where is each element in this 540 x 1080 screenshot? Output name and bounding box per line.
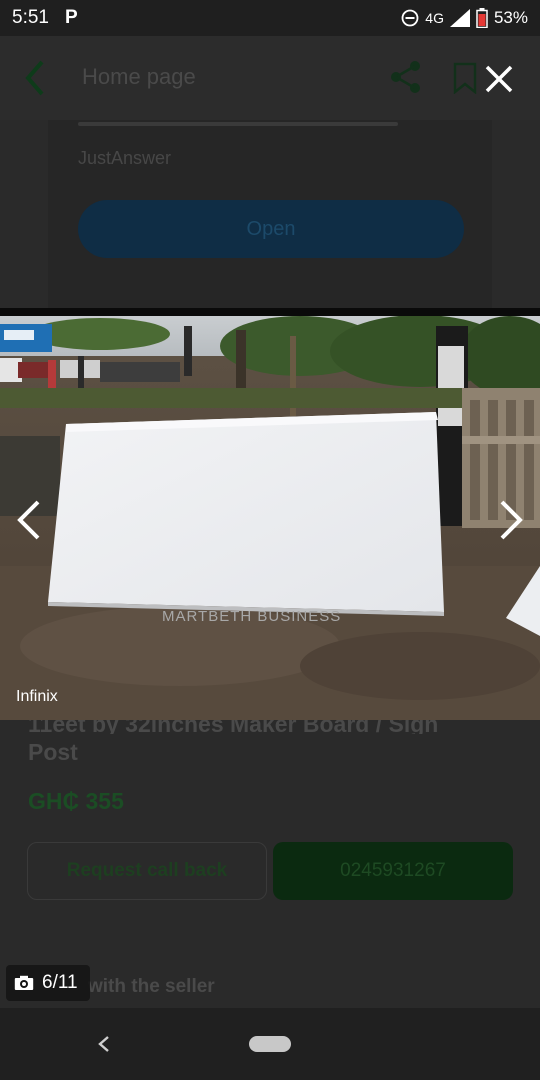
chevron-left-icon[interactable] [8, 488, 48, 552]
status-bar: 5:51 P 4G 53% [0, 0, 540, 36]
page-title: Home page [82, 64, 196, 89]
camera-watermark: Infinix [16, 688, 58, 705]
nav-home-pill[interactable] [249, 1036, 291, 1052]
chat-with-seller-text[interactable]: with the seller [88, 976, 215, 998]
dnd-icon [401, 9, 419, 27]
phone-button[interactable]: 0245931267 [273, 842, 513, 900]
system-nav-bar [0, 1008, 540, 1080]
bookmark-icon[interactable] [452, 62, 478, 94]
listing-title-partial: 11eet by 32inches Maker Board / Sign [28, 720, 439, 734]
parking-notification-icon: P [64, 7, 78, 28]
ad-open-button[interactable]: Open [78, 200, 464, 258]
chevron-right-icon[interactable] [492, 488, 532, 552]
network-type: 4G [425, 10, 444, 26]
signal-icon [449, 9, 470, 27]
ad-cut-text [78, 120, 398, 128]
ad-brand: JustAnswer [78, 148, 172, 168]
photo-counter: 6/11 [6, 965, 90, 1001]
status-time: 5:51 [12, 7, 49, 28]
photo-counter-text: 6/11 [42, 972, 78, 993]
nav-back-icon[interactable] [92, 1030, 116, 1058]
share-icon[interactable] [390, 60, 422, 94]
listing-photo: MARTBETH BUSINESS Infinix [0, 316, 540, 720]
app-header: Home page [0, 36, 540, 120]
listing-title: 11eet by 32inches Maker Board / Sign Pos… [28, 720, 518, 770]
photo-watermark: MARTBETH BUSINESS [162, 608, 341, 625]
battery-percent: 53% [493, 8, 528, 27]
ad-card: JustAnswer Open [48, 120, 492, 310]
battery-icon [476, 8, 488, 28]
close-icon[interactable] [482, 62, 516, 96]
back-icon[interactable] [20, 58, 50, 98]
photo-viewer[interactable]: MARTBETH BUSINESS Infinix [0, 308, 540, 720]
listing-title-line2: Post [28, 739, 78, 765]
request-callback-button[interactable]: Request call back [27, 842, 267, 900]
camera-icon [14, 975, 34, 990]
listing-price: GH₵ 355 [28, 788, 124, 814]
